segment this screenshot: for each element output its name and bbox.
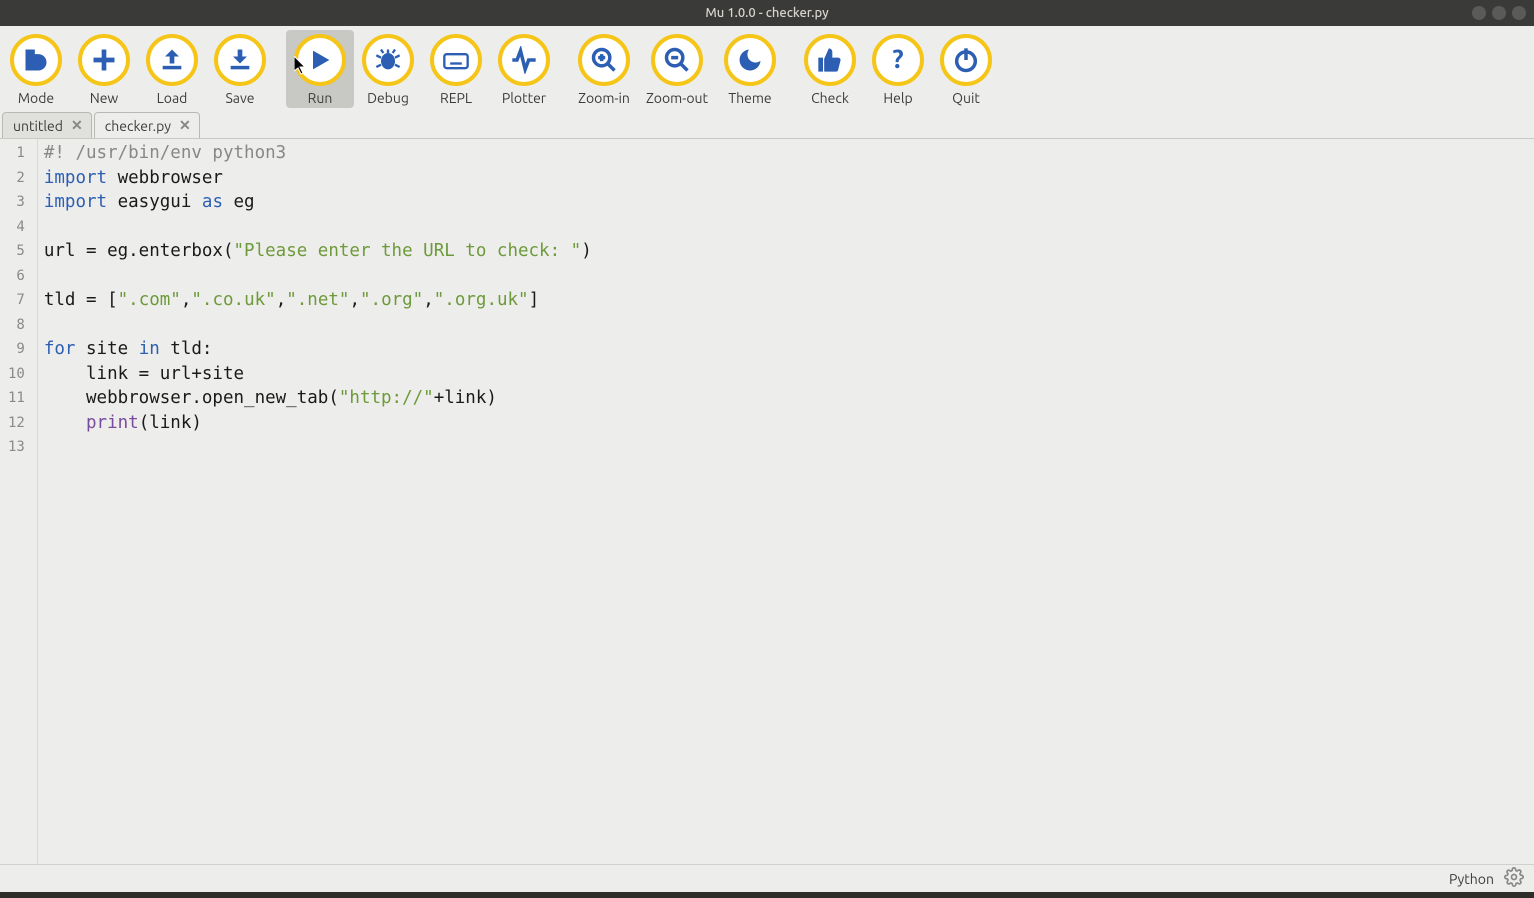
code-line[interactable] xyxy=(44,313,1534,338)
line-number: 6 xyxy=(8,264,25,289)
bug-icon xyxy=(362,34,414,86)
pulse-icon xyxy=(498,34,550,86)
run-button[interactable]: Run xyxy=(286,30,354,108)
moon-icon xyxy=(724,34,776,86)
tool-label: REPL xyxy=(440,90,472,106)
gear-icon[interactable] xyxy=(1504,867,1524,890)
debug-button[interactable]: Debug xyxy=(354,30,422,108)
tool-label: New xyxy=(90,90,119,106)
toolbar: Mode New Load Save Run Debug REPL Plotter Zoom-i… xyxy=(0,26,1534,110)
tab-label: untitled xyxy=(13,118,63,134)
svg-text:?: ? xyxy=(892,46,903,73)
tool-label: Plotter xyxy=(502,90,546,106)
zoom-out-icon xyxy=(651,34,703,86)
play-icon xyxy=(294,34,346,86)
help-button[interactable]: ? Help xyxy=(864,30,932,108)
line-number-gutter: 12345678910111213 xyxy=(0,139,38,864)
tool-label: Mode xyxy=(18,90,54,106)
code-line[interactable] xyxy=(44,264,1534,289)
tool-label: Quit xyxy=(952,90,980,106)
tool-label: Help xyxy=(883,90,912,106)
minimize-icon[interactable] xyxy=(1472,6,1486,20)
mode-icon xyxy=(10,34,62,86)
line-number: 8 xyxy=(8,313,25,338)
close-window-icon[interactable] xyxy=(1512,6,1526,20)
thumbs-up-icon xyxy=(804,34,856,86)
power-icon xyxy=(940,34,992,86)
line-number: 11 xyxy=(8,386,25,411)
theme-button[interactable]: Theme xyxy=(716,30,784,108)
code-area[interactable]: #! /usr/bin/env python3import webbrowser… xyxy=(38,139,1534,864)
code-line[interactable]: #! /usr/bin/env python3 xyxy=(44,141,1534,166)
code-line[interactable]: import easygui as eg xyxy=(44,190,1534,215)
line-number: 4 xyxy=(8,215,25,240)
code-line[interactable]: webbrowser.open_new_tab("http://"+link) xyxy=(44,386,1534,411)
tool-label: Debug xyxy=(367,90,409,106)
code-line[interactable]: print(link) xyxy=(44,411,1534,436)
line-number: 3 xyxy=(8,190,25,215)
tool-label: Run xyxy=(308,90,333,106)
tool-label: Load xyxy=(157,90,188,106)
line-number: 9 xyxy=(8,337,25,362)
tab-checker-py[interactable]: checker.py ✕ xyxy=(94,112,200,138)
close-icon[interactable]: ✕ xyxy=(179,117,191,134)
load-button[interactable]: Load xyxy=(138,30,206,108)
os-taskbar xyxy=(0,892,1534,898)
check-button[interactable]: Check xyxy=(796,30,864,108)
code-line[interactable]: url = eg.enterbox("Please enter the URL … xyxy=(44,239,1534,264)
line-number: 5 xyxy=(8,239,25,264)
titlebar: Mu 1.0.0 - checker.py xyxy=(0,0,1534,26)
window-title: Mu 1.0.0 - checker.py xyxy=(705,6,828,20)
zoom-out-button[interactable]: Zoom-out xyxy=(638,30,716,108)
download-icon xyxy=(214,34,266,86)
line-number: 7 xyxy=(8,288,25,313)
tool-label: Check xyxy=(811,90,849,106)
editor[interactable]: 12345678910111213 #! /usr/bin/env python… xyxy=(0,139,1534,864)
tab-untitled[interactable]: untitled ✕ xyxy=(2,112,92,138)
code-line[interactable]: link = url+site xyxy=(44,362,1534,387)
maximize-icon[interactable] xyxy=(1492,6,1506,20)
quit-button[interactable]: Quit xyxy=(932,30,1000,108)
code-line[interactable]: tld = [".com",".co.uk",".net",".org",".o… xyxy=(44,288,1534,313)
window-controls xyxy=(1472,6,1526,20)
code-line[interactable]: for site in tld: xyxy=(44,337,1534,362)
line-number: 10 xyxy=(8,362,25,387)
upload-icon xyxy=(146,34,198,86)
tool-label: Save xyxy=(225,90,254,106)
code-line[interactable] xyxy=(44,435,1534,460)
tool-label: Theme xyxy=(728,90,771,106)
tool-label: Zoom-out xyxy=(646,90,708,106)
tabbar: untitled ✕ checker.py ✕ xyxy=(0,110,1534,139)
statusbar: Python xyxy=(0,864,1534,892)
code-line[interactable] xyxy=(44,215,1534,240)
line-number: 12 xyxy=(8,411,25,436)
tab-label: checker.py xyxy=(105,118,171,134)
line-number: 13 xyxy=(8,435,25,460)
line-number: 1 xyxy=(8,141,25,166)
zoom-in-button[interactable]: Zoom-in xyxy=(570,30,638,108)
repl-button[interactable]: REPL xyxy=(422,30,490,108)
zoom-in-icon xyxy=(578,34,630,86)
keyboard-icon xyxy=(430,34,482,86)
mode-button[interactable]: Mode xyxy=(2,30,70,108)
close-icon[interactable]: ✕ xyxy=(71,117,83,134)
code-line[interactable]: import webbrowser xyxy=(44,166,1534,191)
new-button[interactable]: New xyxy=(70,30,138,108)
tool-label: Zoom-in xyxy=(578,90,630,106)
plotter-button[interactable]: Plotter xyxy=(490,30,558,108)
save-button[interactable]: Save xyxy=(206,30,274,108)
plus-icon xyxy=(78,34,130,86)
question-icon: ? xyxy=(872,34,924,86)
line-number: 2 xyxy=(8,166,25,191)
status-mode: Python xyxy=(1449,871,1494,887)
